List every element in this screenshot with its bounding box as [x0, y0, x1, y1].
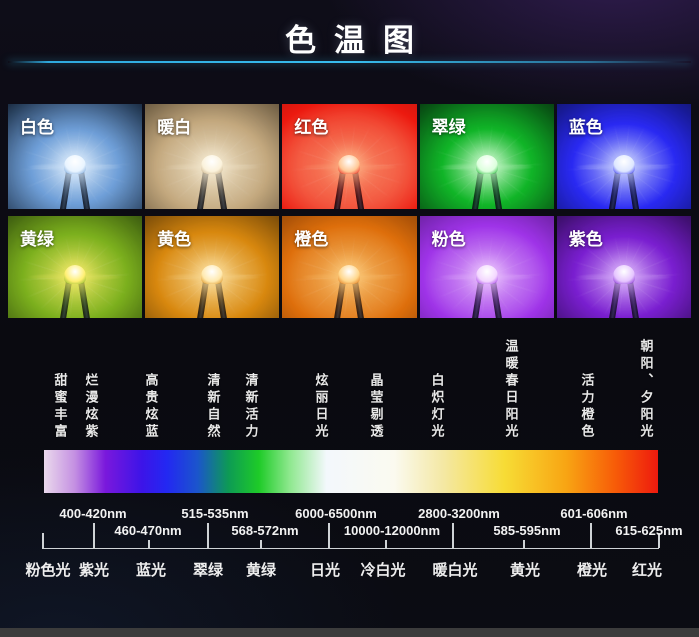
- light-type-label: 翠绿: [193, 559, 223, 580]
- led-label: 红色: [294, 113, 328, 138]
- mood-label: 朝阳、夕阳光: [637, 339, 656, 441]
- led-cell-pink: 粉色: [420, 216, 554, 318]
- color-temperature-infographic: 色温图 白色 暖白 红色: [0, 0, 699, 637]
- led-cell-red: 红色: [282, 104, 416, 209]
- wavelength-label: 601-606nm: [560, 506, 627, 521]
- title-divider: [8, 61, 691, 63]
- wavelength-label: 6000-6500nm: [295, 506, 377, 521]
- mood-label: 活力橙色: [578, 373, 597, 441]
- spectrum-bar: [44, 450, 658, 493]
- led-label: 蓝色: [569, 113, 603, 138]
- axis-tick: [148, 540, 150, 548]
- led-dome-icon: [64, 155, 86, 174]
- light-type-label: 红光: [632, 559, 662, 580]
- led-label: 黄色: [157, 225, 191, 250]
- mood-label: 晶莹剔透: [367, 373, 386, 441]
- mood-label: 甜蜜丰富: [51, 373, 70, 441]
- light-type-label: 黄光: [510, 559, 540, 580]
- led-dome-icon: [476, 155, 498, 174]
- axis-tick: [207, 523, 209, 548]
- axis-tick: [452, 523, 454, 548]
- mood-label: 炫丽日光: [312, 373, 331, 441]
- led-cell-yellow-green: 黄绿: [8, 216, 142, 318]
- led-label: 黄绿: [20, 225, 54, 250]
- axis-tick: [93, 523, 95, 548]
- wavelength-label: 400-420nm: [59, 506, 126, 521]
- axis-tick: [590, 523, 592, 548]
- led-cell-warm-white: 暖白: [145, 104, 279, 209]
- led-cell-emerald: 翠绿: [420, 104, 554, 209]
- mood-label: 高贵炫蓝: [142, 373, 161, 441]
- led-dome-icon: [613, 155, 635, 174]
- axis-tick: [42, 533, 44, 548]
- light-type-label: 橙光: [577, 559, 607, 580]
- led-grid: 白色 暖白 红色 翠绿: [8, 104, 691, 318]
- page-title: 色温图: [0, 15, 699, 60]
- wavelength-label: 585-595nm: [493, 523, 560, 538]
- led-dome-icon: [201, 155, 223, 174]
- led-dome-icon: [338, 265, 360, 284]
- led-cell-yellow: 黄色: [145, 216, 279, 318]
- axis-tick: [385, 540, 387, 548]
- led-label: 白色: [20, 113, 54, 138]
- led-cell-white: 白色: [8, 104, 142, 209]
- mood-label: 清新活力: [242, 373, 261, 441]
- led-label: 橙色: [294, 225, 328, 250]
- wavelength-label: 460-470nm: [114, 523, 181, 538]
- mood-label: 白炽灯光: [428, 373, 447, 441]
- led-dome-icon: [476, 265, 498, 284]
- led-dome-icon: [613, 265, 635, 284]
- led-cell-purple: 紫色: [557, 216, 691, 318]
- led-label: 紫色: [569, 225, 603, 250]
- light-type-label: 粉色光: [25, 559, 70, 580]
- led-dome-icon: [201, 265, 223, 284]
- light-type-label: 日光: [310, 559, 340, 580]
- wavelength-label: 568-572nm: [231, 523, 298, 538]
- led-label: 粉色: [432, 225, 466, 250]
- led-dome-icon: [64, 265, 86, 284]
- wavelength-label: 515-535nm: [181, 506, 248, 521]
- axis-tick: [260, 540, 262, 548]
- light-type-label: 蓝光: [136, 559, 166, 580]
- axis-tick: [328, 523, 330, 548]
- wavelength-label: 615-625nm: [615, 523, 682, 538]
- led-dome-icon: [338, 155, 360, 174]
- mood-label: 烂漫炫紫: [82, 373, 101, 441]
- led-cell-orange: 橙色: [282, 216, 416, 318]
- light-type-label: 暖白光: [432, 559, 477, 580]
- led-cell-blue: 蓝色: [557, 104, 691, 209]
- footer-strip: [0, 628, 699, 637]
- led-label: 暖白: [157, 113, 191, 138]
- axis-tick: [523, 540, 525, 548]
- light-type-label: 黄绿: [246, 559, 276, 580]
- light-type-label: 冷白光: [360, 559, 405, 580]
- mood-label: 温暖春日阳光: [502, 339, 521, 441]
- led-label: 翠绿: [432, 113, 466, 138]
- wavelength-label: 2800-3200nm: [418, 506, 500, 521]
- light-type-label: 紫光: [79, 559, 109, 580]
- axis-baseline: [42, 548, 659, 549]
- wavelength-label: 10000-12000nm: [344, 523, 440, 538]
- mood-label: 清新自然: [204, 373, 223, 441]
